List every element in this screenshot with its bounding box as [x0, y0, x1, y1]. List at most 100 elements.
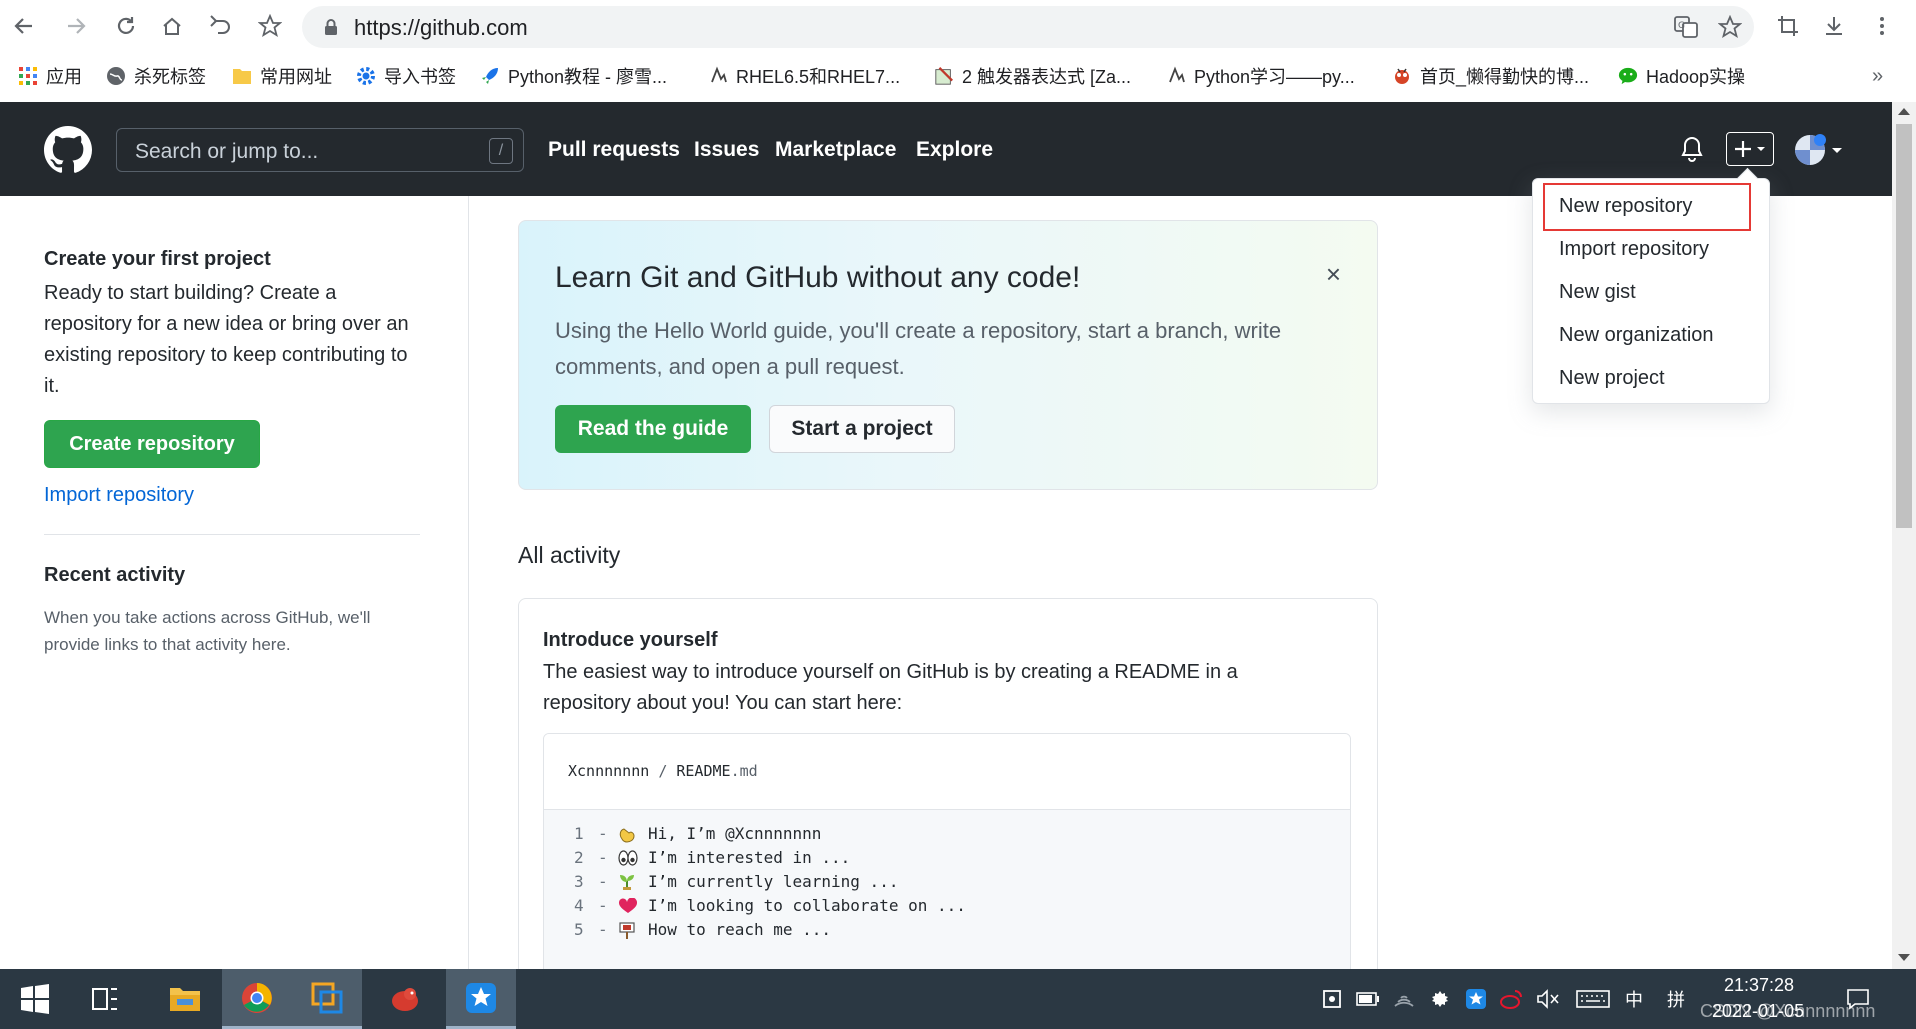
introduce-yourself-card: Introduce yourself The easiest way to in… [518, 598, 1378, 998]
wave-emoji-icon [618, 825, 648, 843]
bookmark-item[interactable]: Python学习——py... [1166, 62, 1355, 90]
readme-separator: / [658, 762, 668, 780]
chrome-icon [242, 982, 272, 1013]
reload-button[interactable] [108, 8, 144, 44]
bookmark-label: Python教程 - 廖雪... [508, 67, 668, 87]
undo-button[interactable] [202, 8, 238, 44]
line-dash: - [598, 896, 608, 915]
taskbar-feishu[interactable] [446, 969, 516, 1029]
bookmark-item[interactable]: 杀死标签 [106, 62, 206, 90]
crop-icon [1778, 16, 1798, 36]
bookmark-star-button[interactable] [252, 8, 288, 44]
action-center-icon[interactable] [1846, 987, 1870, 1011]
notifications-bell-icon[interactable] [1680, 136, 1704, 167]
bookmark-item[interactable]: 导入书签 [356, 62, 456, 90]
readme-ext: .md [730, 762, 758, 780]
menu-item-new-repository[interactable]: New repository [1559, 195, 1692, 218]
csdn-icon [708, 66, 728, 86]
user-avatar[interactable] [1794, 134, 1844, 171]
downloads-button[interactable] [1816, 8, 1852, 44]
tray-gear-icon[interactable] [1428, 987, 1452, 1011]
bookmark-label: Hadoop实操 [1646, 67, 1746, 87]
nav-issues[interactable]: Issues [694, 138, 759, 162]
first-project-title: Create your first project [44, 248, 271, 270]
kebab-menu-icon [1880, 17, 1884, 35]
tray-keyboard-icon[interactable] [1576, 987, 1610, 1011]
seedling-emoji-icon [618, 873, 648, 891]
translate-icon[interactable]: G [1674, 16, 1698, 43]
bookmark-item[interactable]: 首页_懒得勤快的博... [1392, 62, 1589, 90]
tray-battery-icon[interactable] [1356, 987, 1380, 1011]
taskbar-vmware[interactable] [292, 969, 362, 1029]
taskbar-file-explorer[interactable] [150, 969, 220, 1029]
bookmarks-overflow-button[interactable]: » [1872, 62, 1883, 90]
bookmark-item[interactable]: Hadoop实操 [1618, 62, 1745, 90]
folder-icon [170, 988, 200, 1011]
bookmark-item[interactable]: 2 触发器表达式 [Za... [934, 62, 1131, 90]
tray-network-share-icon[interactable] [1320, 987, 1344, 1011]
bookmark-item[interactable]: Python教程 - 廖雪... [480, 62, 667, 90]
wechat-icon [1618, 66, 1638, 86]
clock-time[interactable]: 21:37:28 [1724, 975, 1794, 996]
scroll-up-arrow-icon[interactable] [1898, 108, 1910, 115]
line-text: How to reach me ... [648, 920, 832, 939]
tray-weibo-icon[interactable] [1500, 987, 1524, 1011]
banner-title: Learn Git and GitHub without any code! [555, 261, 1081, 294]
bookmark-page-star-icon[interactable] [1717, 14, 1743, 44]
gear-icon [356, 66, 376, 86]
tray-volume-muted-icon[interactable] [1536, 987, 1560, 1011]
folder-icon [232, 66, 252, 86]
nav-pull-requests[interactable]: Pull requests [548, 138, 680, 162]
apps-grid-icon [18, 66, 38, 86]
page-scrollbar[interactable] [1892, 102, 1916, 969]
browser-menu-button[interactable] [1864, 8, 1900, 44]
menu-item-new-gist[interactable]: New gist [1559, 281, 1636, 304]
readme-header: Xcnnnnnnn / README.md [544, 734, 1350, 810]
readme-preview[interactable]: Xcnnnnnnn / README.md 1 - Hi, I’m @Xcnnn… [543, 733, 1351, 997]
read-the-guide-button[interactable]: Read the guide [555, 405, 751, 453]
bookmark-item[interactable]: 常用网址 [232, 62, 332, 90]
eyes-emoji-icon [618, 849, 648, 866]
plus-caret-icon [1735, 141, 1765, 157]
menu-item-new-project[interactable]: New project [1559, 367, 1665, 390]
clock-date[interactable]: 2022-01-05 [1712, 1001, 1804, 1022]
search-input[interactable]: Search or jump to... / [116, 128, 524, 172]
address-bar[interactable]: https://github.com G [302, 6, 1754, 48]
create-new-dropdown-button[interactable] [1726, 132, 1774, 166]
search-shortcut-key: / [489, 138, 513, 164]
forward-button[interactable] [58, 8, 94, 44]
crop-extension-button[interactable] [1770, 8, 1806, 44]
scroll-thumb[interactable] [1896, 124, 1912, 528]
globe-icon [106, 66, 126, 86]
close-icon[interactable]: × [1326, 259, 1341, 290]
start-a-project-button[interactable]: Start a project [769, 405, 955, 453]
scroll-down-arrow-icon[interactable] [1898, 954, 1910, 961]
create-repository-button[interactable]: Create repository [44, 420, 260, 468]
undo-icon [210, 15, 230, 34]
menu-item-import-repository[interactable]: Import repository [1559, 238, 1709, 261]
task-view-button[interactable] [70, 969, 140, 1029]
taskbar-xshell[interactable] [370, 969, 440, 1029]
github-logo-icon[interactable] [44, 126, 92, 179]
tray-ime-mode[interactable]: 拼 [1664, 987, 1688, 1011]
nav-marketplace[interactable]: Marketplace [775, 138, 896, 162]
tray-wifi-icon[interactable] [1392, 987, 1416, 1011]
rocket-icon [480, 66, 500, 86]
line-text: I’m interested in ... [648, 848, 851, 867]
task-view-icon [92, 988, 117, 1010]
bookmark-item[interactable]: 应用 [18, 62, 82, 90]
tray-app-star-icon[interactable] [1464, 987, 1488, 1011]
back-button[interactable] [6, 8, 42, 44]
tray-ime-language[interactable]: 中 [1622, 987, 1646, 1011]
home-button[interactable] [154, 8, 190, 44]
line-dash: - [598, 872, 608, 891]
taskbar-chrome[interactable] [222, 969, 292, 1029]
bookmark-label: 常用网址 [260, 67, 332, 87]
nav-explore[interactable]: Explore [916, 138, 993, 162]
bookmark-item[interactable]: RHEL6.5和RHEL7... [708, 62, 900, 90]
line-text: I’m looking to collaborate on ... [648, 896, 966, 915]
import-repository-link[interactable]: Import repository [44, 484, 194, 507]
mailbox-emoji-icon [618, 921, 648, 939]
menu-item-new-organization[interactable]: New organization [1559, 324, 1714, 347]
start-button[interactable] [0, 969, 70, 1029]
